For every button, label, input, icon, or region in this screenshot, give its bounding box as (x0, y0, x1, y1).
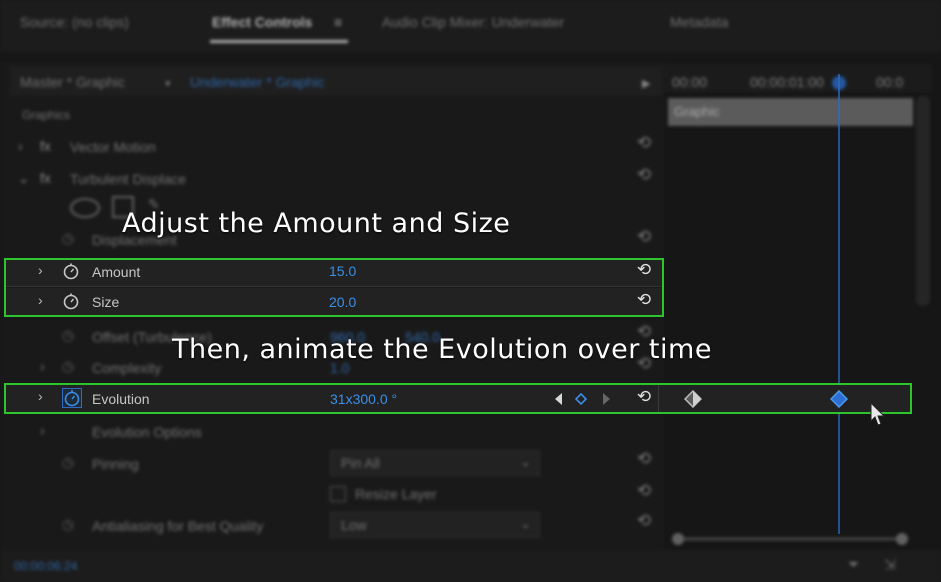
highlight-box-amount-size (4, 258, 664, 317)
highlight-box-evolution (4, 383, 912, 414)
annotation-adjust-amount-size: Adjust the Amount and Size (122, 208, 511, 239)
annotation-animate-evolution: Then, animate the Evolution over time (172, 334, 712, 365)
mouse-cursor-icon (870, 402, 886, 426)
playhead-line[interactable] (838, 74, 840, 534)
